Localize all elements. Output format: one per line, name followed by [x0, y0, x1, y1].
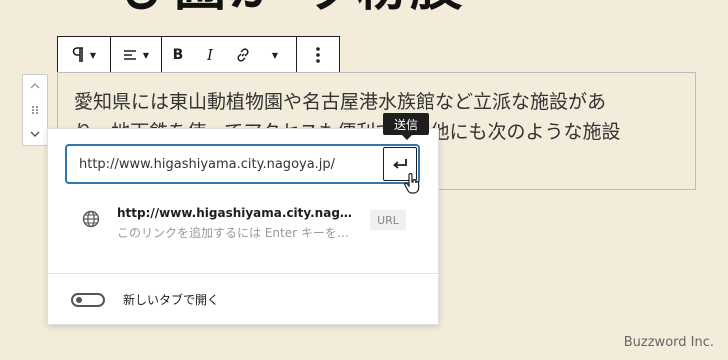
link-suggestion[interactable]: http://www.higashiyama.city.nagoya.jp/ こ…	[48, 197, 438, 249]
caret-down-icon: ▼	[89, 50, 97, 60]
align-group: ▼	[111, 37, 162, 73]
new-tab-label: 新しいタブで開く	[123, 293, 220, 307]
submit-tooltip: 送信	[383, 113, 429, 140]
move-down-button[interactable]	[23, 123, 47, 145]
more-options-button[interactable]	[297, 37, 339, 73]
more-vertical-icon	[316, 47, 320, 63]
block-type-group: ▼	[58, 37, 111, 73]
hand-cursor-icon	[404, 173, 420, 194]
align-left-icon	[123, 50, 136, 60]
drag-handle[interactable]	[23, 99, 47, 121]
new-tab-toggle[interactable]	[71, 293, 105, 307]
chevron-down-icon	[30, 131, 40, 137]
bold-button[interactable]: B	[162, 37, 194, 73]
popover-divider	[48, 273, 438, 274]
chevron-up-icon	[30, 83, 40, 89]
move-up-button[interactable]	[23, 75, 47, 97]
link-popover: http://www.higashiyama.city.nagoya.jp/ こ…	[47, 128, 439, 325]
link-icon	[237, 48, 249, 62]
url-input[interactable]	[79, 146, 379, 182]
url-badge: URL	[370, 210, 406, 230]
suggestion-title: http://www.higashiyama.city.nagoya.jp/	[117, 206, 352, 220]
pilcrow-icon	[72, 47, 83, 62]
paragraph-line-1: 愛知県には東山動植物園や名古屋港水族館など立派な施設があ	[74, 91, 607, 113]
globe-icon	[82, 210, 100, 228]
options-group	[297, 37, 339, 73]
link-button[interactable]	[226, 37, 260, 73]
italic-button[interactable]: I	[194, 37, 226, 73]
caret-down-icon: ▼	[271, 50, 279, 60]
footer-brand: Buzzword Inc.	[623, 335, 714, 350]
heading-fragment: ぴ圃か ッ粉肢	[120, 0, 464, 14]
align-button[interactable]: ▼	[111, 37, 161, 73]
block-mover	[22, 74, 48, 146]
toggle-knob	[76, 297, 82, 303]
caret-down-icon: ▼	[142, 50, 150, 60]
block-type-button[interactable]: ▼	[58, 37, 110, 73]
suggestion-subtitle: このリンクを追加するには Enter キーを押してください	[117, 226, 352, 240]
more-formats-button[interactable]: ▼	[260, 37, 290, 73]
format-group: B I ▼	[162, 37, 297, 73]
enter-icon	[393, 159, 407, 169]
url-field	[65, 144, 420, 184]
drag-handle-icon	[32, 106, 38, 114]
block-toolbar: ▼ ▼ B I ▼	[57, 36, 340, 74]
